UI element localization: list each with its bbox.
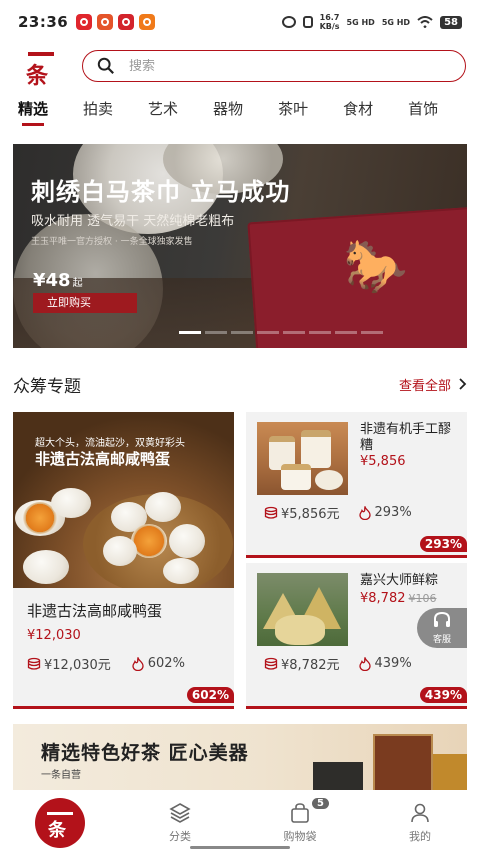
duck-egg-image: 超大个头，流油起沙，双黄好彩头 非遗古法高邮咸鸭蛋	[13, 412, 234, 588]
headset-icon	[434, 611, 450, 627]
wifi-icon	[417, 16, 433, 28]
top-bar: 条	[0, 44, 480, 89]
flame-icon	[358, 505, 371, 520]
tab-featured[interactable]: 精选	[18, 92, 48, 128]
vibrate-icon	[302, 16, 313, 28]
banner-price: ¥48 起	[33, 270, 83, 291]
percent-badge: 439%	[419, 687, 467, 703]
crowdfunding-card-rice-wine[interactable]: 非遗有机手工醪糟 ¥5,856 ¥5,856元 293% 293%	[246, 412, 467, 558]
section-title: 众筹专题	[13, 376, 81, 397]
progress-bar	[13, 706, 234, 709]
funding-percent: 293%	[374, 505, 412, 520]
service-label: 客服	[432, 635, 451, 645]
nav-home[interactable]: 条	[0, 790, 120, 853]
status-bar: 23:36 16.7 KB/s 5G HD 5G HD 58	[0, 0, 480, 44]
chevron-right-icon	[459, 378, 467, 390]
product-price: ¥12,030	[27, 628, 81, 643]
product-name: 非遗古法高邮咸鸭蛋	[27, 602, 163, 620]
nav-label: 分类	[169, 830, 191, 843]
horse-embroidery-icon: 🐎	[343, 237, 408, 297]
app-notification-icon	[97, 14, 114, 30]
customer-service-button[interactable]: 客服	[417, 608, 467, 648]
signal-1: 5G HD	[346, 17, 375, 27]
funding-percent: 439%	[374, 656, 412, 671]
product-name: 非遗有机手工醪糟	[360, 422, 452, 453]
banner-subtitle: 吸水耐用 透气易干 天然纯棉老粗布	[31, 214, 235, 229]
flame-icon	[132, 656, 144, 671]
banner-title: 刺绣白马茶巾 立马成功	[31, 178, 291, 206]
product-name: 嘉兴大师鲜粽	[360, 573, 439, 588]
raised-amount: ¥5,856元	[281, 507, 340, 522]
cart-badge: 5	[312, 798, 329, 809]
home-indicator	[190, 846, 290, 849]
funding-stats: ¥5,856元 293%	[264, 503, 412, 522]
progress-bar	[246, 555, 467, 558]
nav-category[interactable]: 分类	[120, 790, 240, 853]
banner-note: 王玉平唯一官方授权 · 一条全球独家发售	[31, 237, 193, 247]
net-speed: 16.7 KB/s	[319, 13, 340, 31]
promo-image	[373, 734, 433, 790]
funding-stats: ¥12,030元 602%	[27, 654, 185, 673]
promo-title: 精选特色好茶 匠心美器	[41, 742, 249, 764]
alarm-icon	[281, 16, 296, 28]
tab-wares[interactable]: 器物	[213, 92, 243, 128]
logo-text: 条	[26, 64, 49, 89]
product-price: ¥8,782 ¥106	[360, 591, 437, 606]
funding-percent: 602%	[147, 656, 185, 671]
image-annotation: 超大个头，流油起沙，双黄好彩头	[35, 438, 185, 449]
bottom-nav: 条 分类 5 购物袋 我的	[0, 790, 480, 853]
hero-banner[interactable]: 🐎 刺绣白马茶巾 立马成功 吸水耐用 透气易干 天然纯棉老粗布 王玉平唯一官方授…	[13, 144, 467, 348]
nav-label: 购物袋	[283, 830, 317, 843]
rice-wine-image	[257, 422, 348, 495]
tab-ingredients[interactable]: 食材	[343, 92, 373, 128]
percent-badge: 602%	[186, 687, 234, 703]
original-price: ¥106	[408, 592, 437, 605]
tab-tea[interactable]: 茶叶	[278, 92, 308, 128]
percent-badge: 293%	[419, 536, 467, 552]
app-notification-icon	[139, 14, 156, 30]
crowdfunding-card-duck-egg[interactable]: 超大个头，流油起沙，双黄好彩头 非遗古法高邮咸鸭蛋 非遗古法高邮咸鸭蛋 ¥12,…	[13, 412, 234, 709]
signal-2: 5G HD	[381, 17, 411, 27]
progress-bar	[246, 706, 467, 709]
promo-subtitle: 一条自营	[41, 770, 81, 781]
shopping-bag-icon	[291, 803, 309, 823]
battery-level: 58	[440, 15, 462, 29]
search-input[interactable]	[129, 58, 329, 74]
notification-icons	[76, 14, 156, 30]
tab-auction[interactable]: 拍卖	[83, 92, 113, 128]
nav-me[interactable]: 我的	[360, 790, 480, 853]
coins-icon	[27, 657, 41, 670]
buy-now-button[interactable]: 立即购买	[33, 293, 137, 313]
raised-amount: ¥8,782元	[281, 658, 340, 673]
raised-amount: ¥12,030元	[44, 658, 111, 673]
promo-banner[interactable]: 精选特色好茶 匠心美器 一条自营	[13, 724, 467, 790]
status-time: 23:36	[18, 13, 69, 31]
search-box[interactable]	[82, 50, 466, 82]
zongzi-image	[257, 573, 348, 646]
system-icons: 16.7 KB/s 5G HD 5G HD 58	[281, 13, 462, 31]
view-all-link[interactable]: 查看全部	[399, 375, 467, 394]
layers-icon	[169, 803, 191, 823]
coins-icon	[264, 506, 278, 519]
image-title: 非遗古法高邮咸鸭蛋	[35, 450, 171, 468]
tab-art[interactable]: 艺术	[148, 92, 178, 128]
app-notification-icon	[118, 14, 135, 30]
nav-cart[interactable]: 5 购物袋	[240, 790, 360, 853]
user-icon	[411, 803, 429, 823]
category-tabs: 精选 拍卖 艺术 器物 茶叶 食材 首饰	[0, 92, 480, 128]
home-logo-icon: 条	[35, 798, 85, 848]
nav-label: 我的	[409, 830, 431, 843]
flame-icon	[358, 656, 371, 671]
carousel-indicator	[179, 331, 383, 334]
coins-icon	[264, 657, 278, 670]
funding-stats: ¥8,782元 439%	[264, 654, 412, 673]
search-icon	[97, 57, 114, 74]
app-notification-icon	[76, 14, 93, 30]
app-logo[interactable]: 条	[14, 46, 66, 89]
crowdfunding-section-header: 众筹专题 查看全部	[13, 372, 467, 397]
logo-bar	[28, 52, 54, 56]
product-price: ¥5,856	[360, 454, 406, 469]
tab-jewelry[interactable]: 首饰	[408, 92, 438, 128]
